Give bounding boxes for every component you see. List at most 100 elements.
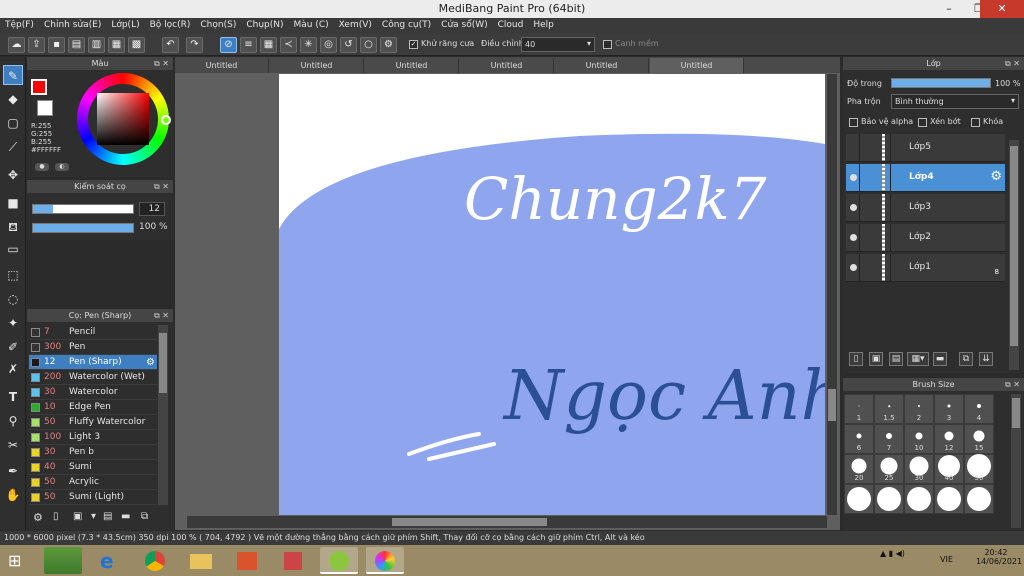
saturation-square[interactable] [97, 93, 149, 145]
layer-row[interactable]: Lớp1 8 [846, 254, 1005, 282]
tab-untitled-4[interactable]: Untitled [460, 58, 554, 73]
menu-cloud[interactable]: Cloud [493, 18, 529, 32]
brush-size-value[interactable]: 12 [139, 202, 165, 216]
undo-icon[interactable]: ↶ [162, 37, 179, 53]
menu-select[interactable]: Chọn(S) [195, 18, 241, 32]
new-brush-icon[interactable]: ▯ [53, 511, 59, 522]
eyedropper-tool-icon[interactable]: ✒ [3, 461, 23, 481]
edge-checkbox[interactable] [603, 40, 612, 49]
redo-icon[interactable]: ↷ [186, 37, 203, 53]
cloud-icon[interactable]: ☁ [8, 37, 25, 53]
menu-file[interactable]: Tệp(F) [0, 18, 39, 32]
cloud-app-icon[interactable] [320, 547, 358, 574]
brush-size-preset[interactable]: 2 [904, 394, 934, 424]
brush-list-item[interactable]: 30 Watercolor [29, 385, 157, 400]
color-wheel[interactable] [77, 73, 171, 165]
add-brush-icon[interactable]: ▣ [73, 511, 82, 522]
brush-size-preset[interactable] [904, 484, 934, 514]
brush-tool-icon[interactable]: ✎ [3, 65, 23, 85]
snap-settings-icon[interactable]: ⚙ [380, 37, 397, 53]
snap-circle-icon[interactable]: ◎ [320, 37, 337, 53]
select-eraser-tool-icon[interactable]: ✗ [3, 359, 23, 379]
tab-untitled-1[interactable]: Untitled [175, 58, 269, 73]
canvas-hscrollbar[interactable] [187, 516, 827, 528]
text-tool-icon[interactable]: T [3, 387, 23, 407]
tab-untitled-6[interactable]: Untitled [650, 58, 744, 73]
tab-untitled-5[interactable]: Untitled [555, 58, 649, 73]
gradient-tool-icon[interactable]: ▭ [3, 239, 23, 259]
brush-size-preset[interactable] [874, 484, 904, 514]
color-add-icon[interactable]: ● [35, 163, 49, 171]
layer-row[interactable]: Lớp2 [846, 224, 1005, 252]
eye-icon[interactable] [850, 174, 857, 181]
panel-close-icon[interactable]: ⧉ ✕ [154, 309, 169, 322]
brush-size-preset[interactable]: 50 [964, 454, 994, 484]
minimize-button[interactable]: – [934, 0, 964, 18]
brush-copy-icon[interactable]: ⧉ [141, 511, 148, 522]
snap-ellipse-icon[interactable]: ○ [360, 37, 377, 53]
new-layer-menu-icon[interactable]: ▦▾ [907, 352, 929, 366]
drawing-canvas[interactable]: Chung2k7 Ngọc Anh [279, 74, 825, 515]
layer-scrollbar[interactable] [1009, 140, 1019, 370]
eye-icon[interactable] [850, 234, 857, 241]
eye-icon[interactable] [850, 264, 857, 271]
blend-mode-dropdown[interactable]: Bình thường ▾ [891, 94, 1019, 109]
antialias-checkbox[interactable]: ✓ [409, 40, 418, 49]
office-app-icon[interactable] [228, 547, 266, 574]
brush-list-item[interactable]: 100 Light 3 [29, 430, 157, 445]
snap-parallel-icon[interactable]: ≡ [240, 37, 257, 53]
magic-wand-tool-icon[interactable]: ✦ [3, 313, 23, 333]
duplicate-layer-icon[interactable]: ⧉ [959, 352, 973, 366]
brush-opacity-slider[interactable] [32, 223, 134, 233]
snap-curve-icon[interactable]: ↺ [340, 37, 357, 53]
brush-size-preset[interactable]: 3 [934, 394, 964, 424]
menu-edit[interactable]: Chỉnh sửa(E) [39, 18, 106, 32]
layer-row[interactable]: Lớp5 [846, 134, 1005, 162]
canvas-hscroll-thumb[interactable] [392, 518, 547, 526]
brush-size-preset[interactable]: 40 [934, 454, 964, 484]
layer-folder-icon[interactable]: ▬ [933, 352, 947, 366]
brush-size-preset[interactable] [934, 484, 964, 514]
menu-tools[interactable]: Công cụ(T) [377, 18, 436, 32]
canvas-vscrollbar[interactable] [827, 74, 837, 515]
brush-list-item[interactable]: 200 Watercolor (Wet) [29, 370, 157, 385]
tab-untitled-3[interactable]: Untitled [365, 58, 459, 73]
app-grid-icon[interactable] [274, 547, 312, 574]
divide-tool-icon[interactable]: ✂ [3, 435, 23, 455]
brush-settings-gear-icon[interactable]: ⚙ [146, 355, 155, 370]
brush-size-preset[interactable]: 1 [844, 394, 874, 424]
menu-snap[interactable]: Chụp(N) [241, 18, 288, 32]
brush-size-slider[interactable] [32, 204, 134, 214]
explorer-app-icon[interactable] [182, 547, 220, 574]
brush-size-preset[interactable]: 7 [874, 424, 904, 454]
grid-icon[interactable]: ▩ [128, 37, 145, 53]
brush-size-preset[interactable]: 15 [964, 424, 994, 454]
clock[interactable]: 20:42 14/06/2021 [976, 548, 1022, 566]
brush-list-item[interactable]: 50 Sumi (Light) [29, 490, 157, 505]
lock-checkbox[interactable] [971, 118, 980, 127]
brush-size-preset[interactable]: 10 [904, 424, 934, 454]
pages-icon[interactable]: ▦ [108, 37, 125, 53]
brush-list-item[interactable]: 50 Fluffy Watercolor [29, 415, 157, 430]
eye-icon[interactable] [850, 204, 857, 211]
brush-file-icon[interactable]: ▤ [103, 511, 112, 522]
move-tool-icon[interactable]: ✥ [3, 165, 23, 185]
menu-view[interactable]: Xem(V) [334, 18, 377, 32]
scroll-thumb[interactable] [159, 333, 167, 393]
brush-list-item[interactable]: 10 Edge Pen [29, 400, 157, 415]
tray-icons[interactable]: ▲ ▮ ◀) [880, 549, 905, 558]
snap-cross-icon[interactable]: ▦ [260, 37, 277, 53]
layer-row[interactable]: Lớp3 [846, 194, 1005, 222]
menu-filter[interactable]: Bộ lọc(R) [145, 18, 196, 32]
layer-scroll-thumb[interactable] [1010, 146, 1018, 346]
merge-layer-icon[interactable]: ⇊ [979, 352, 993, 366]
bucket-tool-icon[interactable]: ⛾ [3, 217, 23, 237]
comment-icon[interactable]: ▤ [68, 37, 85, 53]
operation-tool-icon[interactable]: ⚲ [3, 411, 23, 431]
fill-shape-tool-icon[interactable]: ■ [3, 193, 23, 213]
panel-close-icon[interactable]: ⧉ ✕ [1005, 378, 1020, 391]
brush-size-preset[interactable] [844, 484, 874, 514]
snap-radial-icon[interactable]: ✳ [300, 37, 317, 53]
brush-list-item[interactable]: 50 Acrylic [29, 475, 157, 490]
color-mode-icon[interactable]: ◐ [55, 163, 69, 171]
